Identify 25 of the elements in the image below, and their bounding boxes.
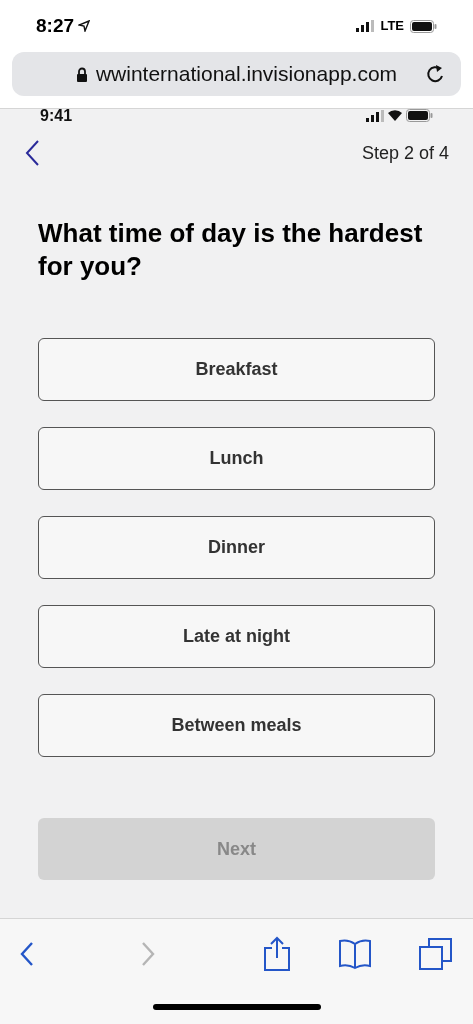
tabs-icon[interactable] [419, 937, 453, 971]
status-time: 8:27 [36, 13, 75, 38]
lock-icon [75, 66, 88, 82]
signal-icon [356, 20, 375, 32]
inner-status-time: 9:41 [40, 109, 73, 123]
back-icon[interactable] [24, 139, 40, 167]
wifi-icon [388, 110, 402, 121]
reload-icon[interactable] [425, 63, 445, 85]
battery-icon [410, 19, 437, 33]
option-button[interactable]: Breakfast [38, 338, 435, 401]
inner-battery-icon [406, 109, 433, 122]
bookmarks-icon[interactable] [337, 938, 372, 970]
back-nav-icon[interactable] [20, 941, 34, 967]
inner-signal-icon [366, 109, 384, 122]
option-button[interactable]: Dinner [38, 516, 435, 579]
address-bar[interactable]: wwinternational.invisionapp.com [12, 52, 461, 96]
option-button[interactable]: Lunch [38, 427, 435, 490]
location-arrow-icon [78, 20, 91, 32]
share-icon[interactable] [262, 936, 291, 972]
step-indicator: Step 2 of 4 [361, 141, 449, 165]
option-button[interactable]: Between meals [38, 694, 435, 757]
url-text: wwinternational.invisionapp.com [95, 61, 398, 88]
question-heading: What time of day is the hardest for you? [38, 217, 424, 283]
option-button[interactable]: Late at night [38, 605, 435, 668]
network-label: LTE [380, 17, 404, 36]
